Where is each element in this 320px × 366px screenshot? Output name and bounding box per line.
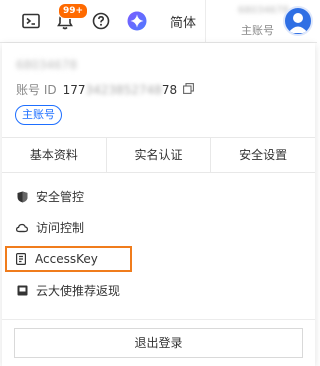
account-tabs: 基本资料 实名认证 安全设置 (2, 137, 315, 173)
account-menu: 安全管控 访问控制 AccessKey 云大使推荐返现 (2, 181, 315, 306)
avatar[interactable] (283, 6, 313, 36)
account-id-value: 177342385274878 (62, 82, 178, 97)
book-icon (16, 285, 28, 297)
logout-button[interactable]: 退出登录 (14, 328, 303, 358)
menu-item-label: 云大使推荐返现 (36, 284, 121, 298)
menu-item-security-control[interactable]: 安全管控 (2, 181, 315, 212)
copy-icon[interactable] (183, 82, 195, 97)
language-switch[interactable]: 简体 (170, 12, 196, 31)
ai-assistant-icon[interactable] (125, 9, 149, 33)
menu-item-label: AccessKey (35, 252, 98, 266)
menu-item-accesskey[interactable]: AccessKey (5, 246, 132, 272)
role-tag: 主账号 (15, 105, 62, 125)
account-id-short: 68034678 (238, 5, 289, 16)
help-icon[interactable] (89, 9, 113, 33)
cloud-icon (16, 222, 28, 234)
account-id-label: 账号 ID (16, 83, 57, 97)
menu-item-label: 安全管控 (36, 190, 85, 204)
key-card-icon (15, 253, 27, 265)
menu-item-access-control[interactable]: 访问控制 (2, 212, 315, 243)
menu-item-label: 访问控制 (36, 221, 85, 235)
topbar-divider (205, 0, 206, 42)
shield-icon (16, 191, 28, 203)
tab-basic-info[interactable]: 基本资料 (2, 138, 107, 172)
menu-divider (2, 319, 315, 320)
tab-security-settings[interactable]: 安全设置 (211, 138, 315, 172)
account-role: 主账号 (241, 24, 274, 37)
notification-badge: 99+ (58, 3, 89, 19)
top-bar: 99+ 简体 68034678 主账号 (0, 0, 317, 43)
tab-identity-verification[interactable]: 实名认证 (107, 138, 212, 172)
menu-item-referral-cashback[interactable]: 云大使推荐返现 (2, 275, 315, 306)
account-dropdown: 68034678 账号 ID 177342385274878 主账号 基本资料 … (2, 43, 315, 366)
account-summary[interactable]: 68034678 主账号 (238, 5, 289, 38)
account-name: 68034678 (16, 58, 78, 72)
account-id-row: 账号 ID 177342385274878 (16, 81, 195, 98)
user-icon (288, 13, 308, 33)
terminal-icon[interactable] (19, 9, 43, 33)
